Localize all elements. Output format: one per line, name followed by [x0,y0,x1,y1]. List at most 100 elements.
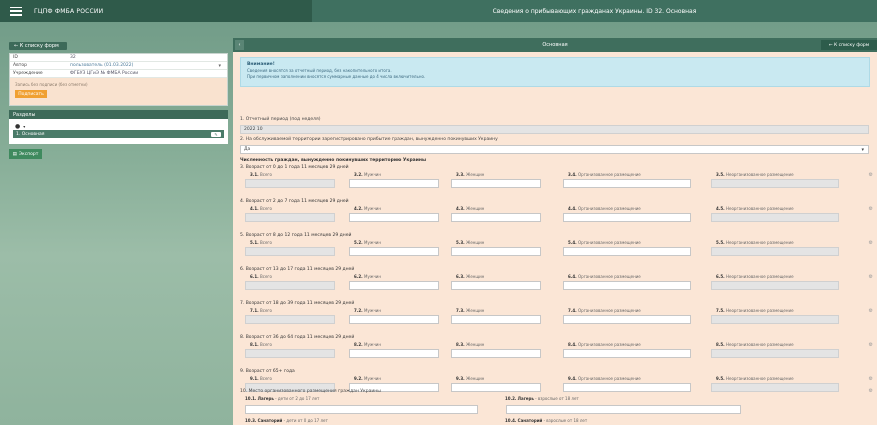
age-group-input[interactable] [245,179,335,188]
document-icon: ▤ [12,151,17,157]
age-group-column-label: 5.4. Организованное размещение [568,240,641,245]
age-group-column-label: 8.5. Неорганизованное размещение [716,342,794,347]
gear-icon[interactable]: ⚙ [869,240,873,246]
age-group-column-label: 3.5. Неорганизованное размещение [716,172,794,177]
age-group-input[interactable] [711,213,839,222]
count-title: Численность граждан, вынужденно покинувш… [240,158,427,163]
author-link[interactable]: пользователь (01.03.2022) [70,63,133,68]
age-group-input[interactable] [563,247,691,256]
sections-toggle[interactable]: ● ▾ [13,122,224,130]
age-group-column-label: 7.2. Мужчин [354,308,382,313]
age-group-input[interactable] [451,383,541,392]
age-group-column-label: 9.4. Организованное размещение [568,376,641,381]
chevron-down-icon[interactable]: ▾ [218,63,221,69]
age-group-input[interactable] [245,349,335,358]
age-group-title: 4. Возраст от 2 до 7 года 11 месяцев 29 … [240,199,349,204]
edit-icon[interactable]: ✎ [211,131,221,137]
age-group-input[interactable] [451,349,541,358]
age-group-input[interactable] [349,179,439,188]
age-group-column-label: 5.2. Мужчин [354,240,382,245]
gear-icon[interactable]: ⚙ [869,376,873,382]
org-name: ГЦПФ ФМБА РОССИИ [34,7,104,15]
back-to-forms-button-right[interactable]: ← К списку форм [821,40,877,50]
age-group-input[interactable] [451,281,541,290]
dot-icon: ● [15,122,21,130]
age-group-column-label: 7.4. Организованное размещение [568,308,641,313]
age-group-title: 6. Возраст от 13 до 17 года 11 месяцев 2… [240,267,355,272]
age-group-column-label: 3.1. Всего [250,172,272,177]
age-group-input[interactable] [451,247,541,256]
gear-icon[interactable]: ⚙ [869,308,873,314]
age-group-column-label: 4.2. Мужчин [354,206,382,211]
gear-icon[interactable]: ⚙ [869,342,873,348]
menu-icon[interactable] [10,6,22,16]
age-group-input[interactable] [349,213,439,222]
age-group-input[interactable] [451,213,541,222]
sections-list: ● ▾ 1. Основная ✎ [9,119,228,144]
age-group-column-label: 4.1. Всего [250,206,272,211]
age-group-column-label: 4.4. Организованное размещение [568,206,641,211]
q10-title: 10. Место организованного размещения гра… [240,389,381,394]
age-group-input[interactable] [711,315,839,324]
age-group-title: 7. Возраст от 18 до 39 года 11 месяцев 2… [240,301,355,306]
gear-icon[interactable]: ⚙ [869,274,873,280]
age-group-input[interactable] [245,315,335,324]
info-row-id: ID 32 [10,54,227,62]
q10-3-label: 10.3. Санаторий - дети от 0 до 17 лет [245,418,328,423]
age-group-input[interactable] [245,281,335,290]
age-group-column-label: 7.3. Женщин [456,308,485,313]
age-group-input[interactable] [711,281,839,290]
main-header: ‹ Основная ← К списку форм [233,38,877,52]
back-to-forms-button[interactable]: ← К списку форм [9,42,67,50]
age-group-input[interactable] [711,247,839,256]
chevron-down-icon: ▾ [861,146,864,153]
age-group-column-label: 9.2. Мужчин [354,376,382,381]
age-group-input[interactable] [451,315,541,324]
gear-icon[interactable]: ⚙ [869,206,873,212]
sections-title: Разделы [9,110,228,119]
age-group-column-label: 3.4. Организованное размещение [568,172,641,177]
age-group-input[interactable] [711,383,839,392]
age-group-input[interactable] [711,179,839,188]
age-group-input[interactable] [563,383,691,392]
info-table: ID 32 Автор пользователь (01.03.2022) ▾ … [9,53,228,106]
age-group-input[interactable] [711,349,839,358]
age-group-input[interactable] [245,213,335,222]
info-row-author: Автор пользователь (01.03.2022) ▾ [10,62,227,70]
age-group-input[interactable] [349,349,439,358]
section-item-main[interactable]: 1. Основная ✎ [13,130,224,138]
age-group-input[interactable] [349,247,439,256]
age-group-column-label: 6.4. Организованное размещение [568,274,641,279]
chevron-down-icon: ▾ [23,123,26,129]
page-title: Сведения о прибывающих гражданах Украины… [312,0,877,22]
period-input[interactable]: 2022 10 [240,125,869,134]
export-button[interactable]: ▤ Экспорт [9,149,42,159]
age-group-input[interactable] [563,179,691,188]
signature-box: Запись без подписи (без отметки) Подписа… [10,78,227,105]
age-group-column-label: 9.3. Женщин [456,376,485,381]
age-group-column-label: 3.2. Мужчин [354,172,382,177]
gear-icon[interactable]: ⚙ [869,172,873,178]
q10-1-input[interactable] [245,405,478,414]
info-row-org: Учреждение ФГБУЗ ЦГиЭ № ФМБА России [10,70,227,78]
age-group-input[interactable] [563,315,691,324]
age-group-input[interactable] [563,349,691,358]
age-group-title: 8. Возраст от 36 до 64 года 11 месяцев 2… [240,335,355,340]
age-group-input[interactable] [349,281,439,290]
age-group-column-label: 6.5. Неорганизованное размещение [716,274,794,279]
notice-box: Внимание! Сведения вносятся за отчетный … [240,57,870,87]
gear-icon[interactable]: ⚙ [869,388,873,394]
age-group-input[interactable] [563,281,691,290]
age-group-input[interactable] [563,213,691,222]
q2-select[interactable]: Да ▾ [240,145,869,154]
age-group-input[interactable] [245,247,335,256]
age-group-column-label: 8.2. Мужчин [354,342,382,347]
age-group-column-label: 4.3. Женщин [456,206,485,211]
q10-2-input[interactable] [506,405,741,414]
age-group-input[interactable] [451,179,541,188]
collapse-left-icon[interactable]: ‹ [235,40,244,50]
age-group-input[interactable] [349,315,439,324]
age-group-column-label: 5.3. Женщин [456,240,485,245]
age-group-column-label: 9.5. Неорганизованное размещение [716,376,794,381]
sign-button[interactable]: Подписать [15,90,47,98]
